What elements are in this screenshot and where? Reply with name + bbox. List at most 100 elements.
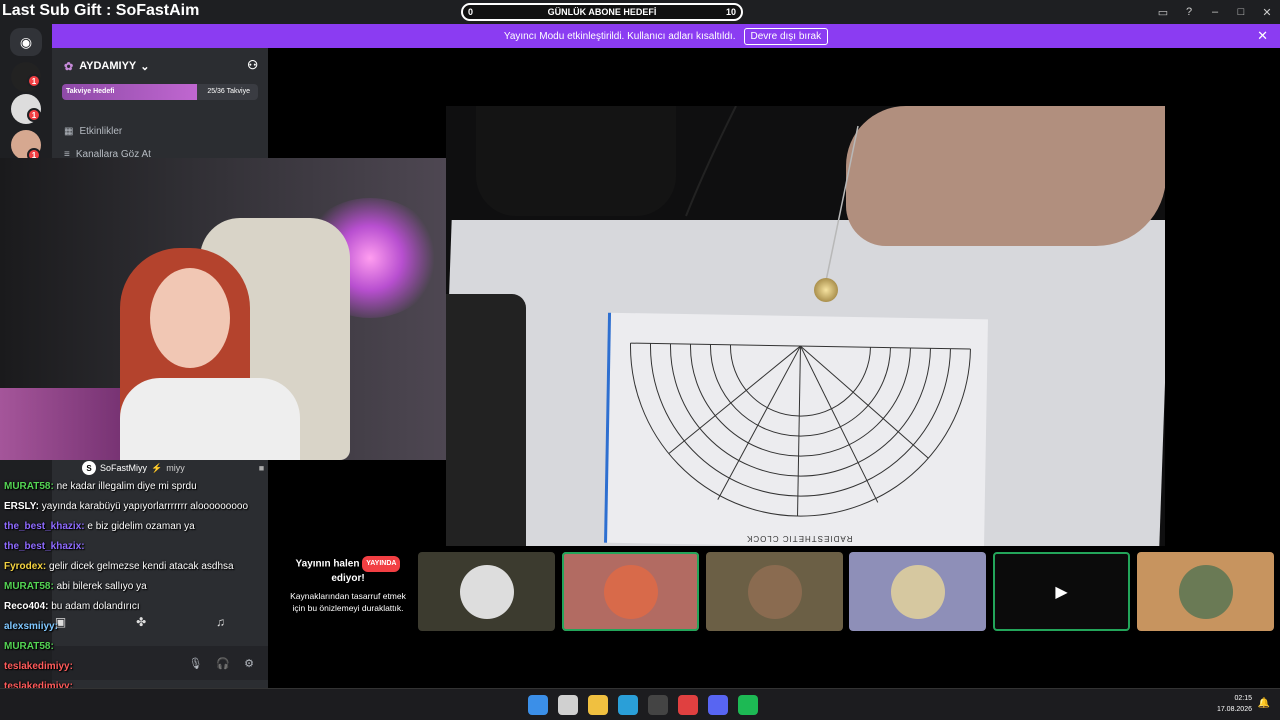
chat-username: Reco404: — [4, 601, 52, 612]
channel-events[interactable]: ▦ Etkinlikler — [64, 126, 122, 137]
server-flower-icon: ✿ — [64, 60, 74, 73]
disable-streamer-mode-button[interactable]: Devre dışı bırak — [743, 27, 829, 45]
last-sub-gift-label: Last Sub Gift : SoFastAim — [2, 2, 200, 19]
participant-tile[interactable] — [706, 552, 843, 631]
title-bar: Last Sub Gift : SoFastAim 0 GÜNLÜK ABONE… — [0, 0, 1280, 24]
participant-tile[interactable] — [1137, 552, 1274, 631]
window-controls: ▭ ? – □ ✕ — [1150, 0, 1280, 24]
taskbar-app-icon[interactable] — [678, 695, 698, 715]
participant-avatar — [747, 564, 802, 619]
webcam-lights — [0, 388, 140, 460]
taskbar-app-icon[interactable] — [708, 695, 728, 715]
user-panel: 🎙 🎧 ⚙ — [52, 646, 268, 680]
chat-username: Fyrodex: — [4, 561, 50, 572]
taskbar: 02:15 17.08.2026 🔔 — [0, 688, 1280, 720]
maximize-icon[interactable]: □ — [1228, 6, 1254, 18]
participant-avatar — [890, 564, 945, 619]
stream-owner-row[interactable]: S SoFastMiyy ⚡ miyy ■ — [82, 460, 264, 476]
chat-message: teslakedimiyy: — [4, 660, 73, 674]
boost-goal-bar[interactable]: Takviye Hedefi 25/36 Takviye — [62, 84, 258, 100]
chat-text: e biz gidelim ozaman ya — [87, 521, 195, 532]
lightning-icon: ⚡ — [151, 462, 163, 473]
clock-label: RADIESTHETIC CLOCK — [746, 534, 853, 543]
banner-text: Yayıncı Modu etkinleştirildi. Kullanıcı … — [503, 30, 736, 42]
screen: Last Sub Gift : SoFastAim 0 GÜNLÜK ABONE… — [0, 0, 1280, 720]
inbox-icon[interactable]: ▭ — [1150, 6, 1176, 19]
chat-text: ne kadar illegalim diye mi sprdu — [56, 481, 197, 492]
chat-text: gelir dicek gelmezse kendi atacak asdhsa — [49, 561, 234, 572]
chat-text: yayında karabüyü yapıyorlarrrrrrr aloooo… — [41, 501, 249, 512]
participant-tile[interactable]: ▶ — [993, 552, 1130, 631]
preview-line1: Yayının halen — [295, 558, 360, 570]
pendulum-bob — [814, 278, 838, 302]
chat-username: MURAT58: — [4, 481, 57, 492]
taskbar-app-icon[interactable] — [558, 695, 578, 715]
help-icon[interactable]: ? — [1176, 6, 1202, 18]
goal-label: GÜNLÜK ABONE HEDEFİ — [547, 7, 657, 17]
participant-avatar — [1178, 564, 1233, 619]
streamer-tag: miyy — [166, 463, 185, 473]
chat-username: the_best_khazix: — [4, 541, 85, 552]
pendulum-chain — [685, 106, 859, 282]
participant-avatar — [603, 564, 658, 619]
taskbar-app-icon[interactable] — [588, 695, 608, 715]
chat-message: the_best_khazix: — [4, 540, 85, 554]
discord-home-icon[interactable]: ◉ — [10, 28, 42, 56]
participant-tile[interactable] — [562, 552, 699, 631]
participant-tile[interactable] — [849, 552, 986, 631]
clock-date: 17.08.2026 — [1216, 706, 1252, 713]
soundboard-icon[interactable]: ♫ — [216, 615, 225, 629]
chat-message: alexsmiiyy: — [4, 620, 58, 634]
taskbar-apps — [528, 695, 758, 715]
sub-goal-bar: 0 GÜNLÜK ABONE HEDEFİ 10 — [461, 3, 743, 21]
chat-message: MURAT58: ne kadar illegalim diye mi sprd… — [4, 480, 197, 494]
chat-username: teslakedimiyy: — [4, 661, 73, 672]
taskbar-app-icon[interactable] — [528, 695, 548, 715]
chevron-down-icon: ⌄ — [140, 60, 150, 73]
server-name: AYDAMIYY — [79, 60, 137, 72]
preview-subtext: Kaynaklarından tasarruf etmek için bu ön… — [290, 591, 406, 613]
settings-gear-icon[interactable]: ⚙ — [244, 657, 254, 670]
notification-bell-icon[interactable]: 🔔 — [1258, 698, 1270, 709]
boost-label: Takviye Hedefi — [66, 88, 115, 95]
unread-badge: 1 — [27, 108, 41, 122]
chat-username: alexsmiiyy: — [4, 621, 58, 632]
chat-message: Reco404: bu adam dolandırıcı — [4, 600, 140, 614]
chat-text: abi bilerek sallıyo ya — [56, 581, 147, 592]
video-camera-icon: ▶ — [1055, 583, 1068, 601]
main-stream-video[interactable]: RADIESTHETIC CLOCK — [446, 106, 1165, 546]
chat-username: MURAT58: — [4, 641, 54, 652]
chat-username: MURAT58: — [4, 581, 57, 592]
banner-close-icon[interactable]: ✕ — [1257, 28, 1268, 44]
chat-username: the_best_khazix: — [4, 521, 88, 532]
chat-message: MURAT58: — [4, 640, 54, 654]
mute-mic-icon[interactable]: 🎙 — [188, 657, 202, 670]
chat-text: bu adam dolandırıcı — [51, 601, 140, 612]
taskbar-app-icon[interactable] — [648, 695, 668, 715]
chat-message: Fyrodex: gelir dicek gelmezse kendi atac… — [4, 560, 234, 574]
server-header[interactable]: ✿ AYDAMIYY ⌄ ⚇ — [52, 48, 268, 84]
activities-icon[interactable]: ✤ — [136, 615, 146, 629]
unread-badge: 1 — [27, 74, 41, 88]
streamer-logo-icon: S — [82, 461, 96, 475]
webcam-streamer-shirt — [120, 378, 300, 460]
participant-avatar — [459, 564, 514, 619]
taskbar-clock[interactable]: 02:15 17.08.2026 — [1217, 693, 1252, 715]
invite-user-icon[interactable]: ⚇ — [247, 58, 258, 72]
participant-tile[interactable] — [418, 552, 555, 631]
streamer-mode-banner: Yayıncı Modu etkinleştirildi. Kullanıcı … — [52, 24, 1280, 48]
clock-time: 02:15 — [1234, 695, 1252, 702]
channel-label: Etkinlikler — [79, 126, 123, 137]
taskbar-app-icon[interactable] — [738, 695, 758, 715]
preview-paused-notice: Yayının halen YAYINDA ediyor! Kaynakları… — [283, 556, 413, 614]
live-badge: YAYINDA — [362, 556, 401, 572]
headphones-icon[interactable]: 🎧 — [216, 657, 230, 670]
boost-count: 25/36 Takviye — [207, 88, 250, 95]
close-icon[interactable]: ✕ — [1254, 6, 1280, 19]
streamer-name: SoFastMiyy — [100, 463, 148, 473]
minimize-icon[interactable]: – — [1202, 6, 1228, 18]
camera-icon: ■ — [258, 463, 265, 473]
chat-message: ERSLY: yayında karabüyü yapıyorlarrrrrrr… — [4, 500, 248, 514]
webcam-overlay — [0, 158, 446, 460]
taskbar-app-icon[interactable] — [618, 695, 638, 715]
